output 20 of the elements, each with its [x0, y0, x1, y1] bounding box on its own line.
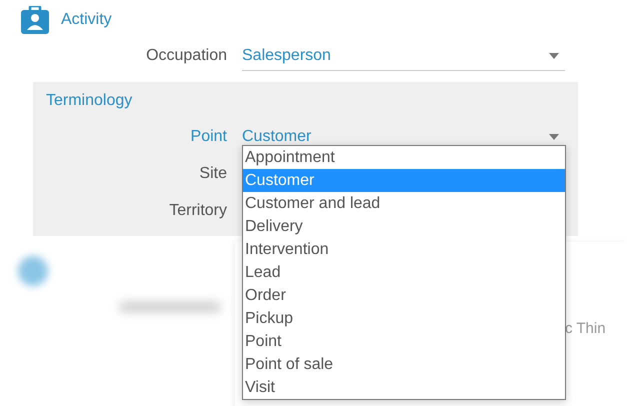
dropdown-option[interactable]: Pickup — [243, 307, 565, 330]
dropdown-option[interactable]: Visit — [243, 376, 565, 399]
dropdown-option[interactable]: Customer and lead — [243, 192, 565, 215]
field-label: Site — [198, 164, 227, 182]
dropdown-option[interactable]: Point — [243, 330, 565, 353]
badge-icon — [21, 6, 49, 34]
field-label: Territory — [168, 202, 227, 220]
blurred-icon — [18, 256, 48, 286]
field-label: Occupation — [145, 47, 227, 65]
field-label: Point — [190, 128, 227, 146]
dropdown-option[interactable]: Lead — [243, 261, 565, 284]
occupation-select[interactable]: Salesperson — [242, 42, 565, 70]
caret-icon — [549, 52, 559, 58]
panel-title: Terminology — [45, 92, 134, 111]
dropdown-option[interactable]: Point of sale — [243, 353, 565, 376]
dropdown-option[interactable]: Delivery — [243, 215, 565, 238]
section-title: Activity — [61, 11, 112, 29]
caret-icon — [549, 134, 559, 140]
dropdown-option[interactable]: Order — [243, 284, 565, 307]
dropdown-option[interactable]: Intervention — [243, 238, 565, 261]
